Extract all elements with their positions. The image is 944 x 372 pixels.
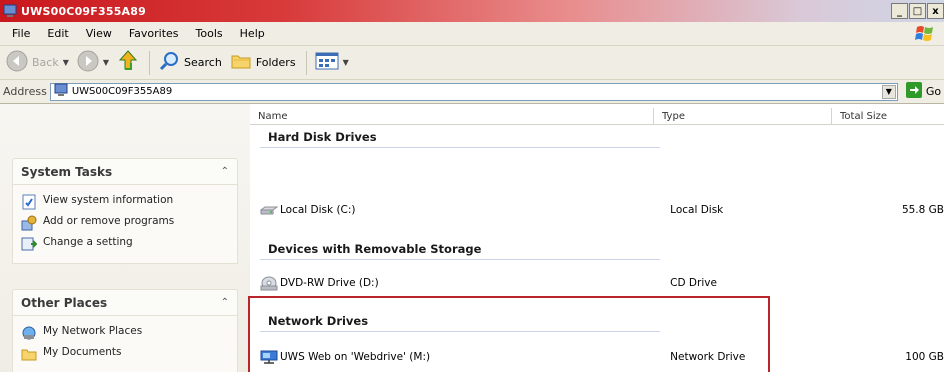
chevron-down-icon: ▼ [62, 58, 69, 67]
group-divider [260, 147, 660, 148]
column-name[interactable]: Name [250, 108, 654, 125]
menu-help[interactable]: Help [240, 27, 265, 40]
minimize-button[interactable]: _ [891, 3, 908, 19]
computer-icon [54, 83, 68, 100]
menu-edit[interactable]: Edit [47, 27, 68, 40]
folders-button[interactable]: Folders [230, 51, 296, 74]
address-bar: Address UWS00C09F355A89 ▼ Go [0, 80, 944, 104]
menu-tools[interactable]: Tools [196, 27, 223, 40]
maximize-button[interactable]: □ [909, 3, 926, 19]
back-arrow-icon [6, 50, 28, 75]
toolbar: Back ▼ ▼ Search Folders ▼ [0, 46, 944, 80]
menu-view[interactable]: View [86, 27, 112, 40]
network-places-icon [21, 325, 37, 341]
task-pane: System Tasks ⌃ View system information A… [0, 104, 250, 372]
other-places-header[interactable]: Other Places ⌃ [12, 289, 238, 315]
group-hard-disk-drives: Hard Disk Drives [268, 130, 377, 144]
hard-disk-icon [259, 202, 279, 218]
control-panel-icon [21, 236, 38, 252]
other-places-body: My Network Places My Documents [12, 315, 238, 372]
documents-folder-icon [21, 346, 37, 362]
up-arrow-icon [117, 49, 139, 76]
task-view-system-information[interactable]: View system information [21, 194, 229, 210]
forward-arrow-icon [77, 50, 99, 75]
forward-button[interactable]: ▼ [77, 50, 109, 75]
other-places-title: Other Places [21, 295, 108, 310]
windows-logo-icon [914, 24, 936, 44]
computer-icon [3, 4, 17, 18]
collapse-chevron-icon[interactable]: ⌃ [221, 297, 229, 308]
system-tasks-title: System Tasks [21, 164, 113, 179]
title-bar: UWS00C09F355A89 _ □ x [0, 0, 944, 22]
other-places-panel: Other Places ⌃ My Network Places My Docu… [12, 289, 238, 372]
task-add-remove-programs[interactable]: Add or remove programs [21, 215, 229, 231]
address-input[interactable]: UWS00C09F355A89 ▼ [49, 82, 898, 101]
address-value: UWS00C09F355A89 [71, 86, 173, 97]
go-button[interactable]: Go [905, 82, 941, 101]
views-button[interactable]: ▼ [315, 51, 349, 74]
folders-icon [230, 51, 252, 74]
group-removable-storage: Devices with Removable Storage [268, 242, 482, 256]
system-tasks-panel: System Tasks ⌃ View system information A… [12, 158, 238, 264]
toolbar-divider [305, 50, 307, 75]
system-tasks-header[interactable]: System Tasks ⌃ [12, 158, 238, 184]
add-remove-programs-icon [21, 215, 37, 231]
drive-local-disk-c[interactable]: Local Disk (C:) Local Disk 55.8 GB [259, 201, 944, 219]
search-icon [158, 50, 180, 75]
close-button[interactable]: x [927, 3, 944, 19]
back-button[interactable]: Back ▼ [6, 50, 69, 75]
go-arrow-icon [905, 82, 922, 101]
column-total-size[interactable]: Total Size [832, 108, 944, 125]
menu-favorites[interactable]: Favorites [129, 27, 179, 40]
task-change-setting[interactable]: Change a setting [21, 236, 229, 252]
column-header-row: Name Type Total Size [250, 108, 944, 125]
group-divider [260, 259, 660, 260]
toolbar-divider [149, 50, 151, 75]
place-my-network-places[interactable]: My Network Places [21, 325, 229, 341]
address-dropdown-button[interactable]: ▼ [881, 84, 896, 99]
chevron-down-icon: ▼ [342, 58, 349, 67]
collapse-chevron-icon[interactable]: ⌃ [221, 166, 229, 177]
up-folder-button[interactable] [117, 49, 139, 76]
column-type[interactable]: Type [654, 108, 832, 125]
address-label: Address [3, 85, 47, 98]
drive-dvd-rw-d[interactable]: DVD-RW Drive (D:) CD Drive [260, 274, 944, 292]
menu-file[interactable]: File [12, 27, 30, 40]
window-title: UWS00C09F355A89 [21, 4, 146, 18]
place-my-documents[interactable]: My Documents [21, 346, 229, 362]
dvd-drive-icon [260, 275, 278, 291]
system-info-icon [21, 194, 37, 210]
menu-bar: File Edit View Favorites Tools Help [0, 22, 944, 46]
views-icon [315, 51, 339, 74]
system-tasks-body: View system information Add or remove pr… [12, 184, 238, 264]
search-button[interactable]: Search [158, 50, 222, 75]
chevron-down-icon: ▼ [102, 58, 110, 67]
highlight-box [248, 296, 770, 372]
